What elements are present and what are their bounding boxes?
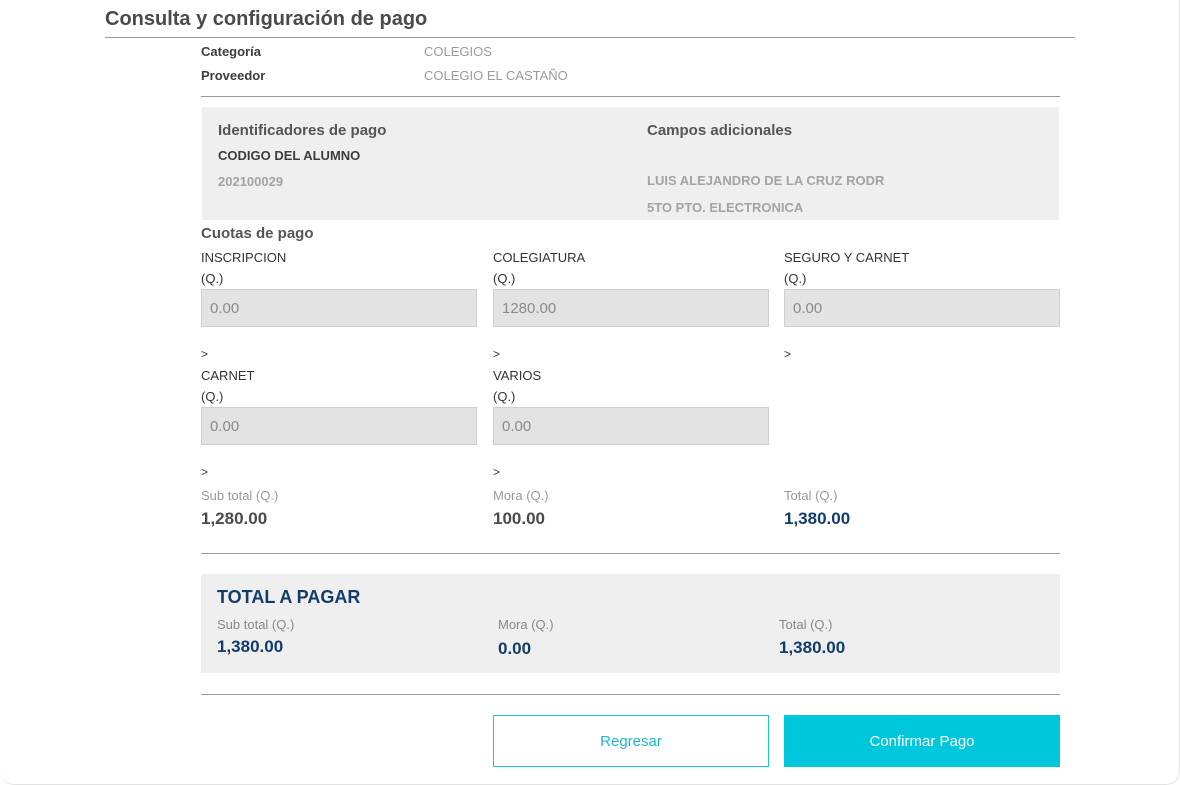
mora-label: Mora (Q.)	[493, 488, 549, 503]
total-to-pay-panel: TOTAL A PAGAR Sub total (Q.) 1,380.00 Mo…	[201, 574, 1060, 673]
final-mora-label: Mora (Q.)	[498, 617, 554, 632]
fee-input-carnet[interactable]	[201, 407, 477, 445]
summary-divider	[201, 553, 1060, 554]
total-value: 1,380.00	[784, 509, 851, 528]
mora-value: 100.00	[493, 509, 545, 528]
additional-field-name: LUIS ALEJANDRO DE LA CRUZ RODR	[647, 173, 885, 188]
fees-title: Cuotas de pago	[201, 225, 314, 242]
fee-input-inscripcion[interactable]	[201, 289, 477, 327]
fee-input-seguro-carnet[interactable]	[784, 289, 1060, 327]
category-label: Categoría	[201, 44, 261, 59]
provider-value: COLEGIO EL CASTAÑO	[424, 68, 568, 83]
title-divider	[105, 37, 1075, 38]
additional-field-grade: 5TO PTO. ELECTRONICA	[647, 200, 804, 215]
final-subtotal-value: 1,380.00	[217, 637, 284, 656]
fee-label-colegiatura: COLEGIATURA (Q.)	[493, 250, 586, 286]
fee-marker: >	[493, 347, 501, 361]
total-label: Total (Q.)	[784, 488, 838, 503]
page-title: Consulta y configuración de pago	[105, 8, 428, 30]
student-code-value: 202100029	[218, 174, 284, 189]
additional-fields-title: Campos adicionales	[647, 122, 793, 139]
actions-divider	[201, 694, 1060, 695]
provider-label: Proveedor	[201, 68, 266, 83]
final-total-label: Total (Q.)	[779, 617, 833, 632]
total-to-pay-title: TOTAL A PAGAR	[217, 587, 361, 607]
fee-input-varios[interactable]	[493, 407, 769, 445]
category-value: COLEGIOS	[424, 44, 492, 59]
fee-label-varios: VARIOS (Q.)	[493, 368, 542, 404]
fee-marker: >	[201, 465, 209, 479]
identifiers-title: Identificadores de pago	[218, 122, 387, 139]
final-subtotal-label: Sub total (Q.)	[217, 617, 295, 632]
identifiers-panel: Identificadores de pago CODIGO DEL ALUMN…	[202, 107, 1059, 220]
fee-marker: >	[784, 347, 792, 361]
subtotal-label: Sub total (Q.)	[201, 488, 279, 503]
fee-label-seguro-carnet: SEGURO Y CARNET (Q.)	[784, 250, 910, 286]
fee-input-colegiatura[interactable]	[493, 289, 769, 327]
fee-marker: >	[493, 465, 501, 479]
student-code-label: CODIGO DEL ALUMNO	[218, 148, 361, 163]
final-mora-value: 0.00	[498, 639, 532, 658]
fee-label-carnet: CARNET (Q.)	[201, 368, 255, 404]
subtotal-value: 1,280.00	[201, 509, 268, 528]
fee-marker: >	[201, 347, 209, 361]
fee-label-inscripcion: INSCRIPCION (Q.)	[201, 250, 287, 286]
back-button[interactable]: Regresar	[493, 715, 769, 767]
confirm-payment-button[interactable]: Confirmar Pago	[784, 715, 1060, 767]
final-total-value: 1,380.00	[779, 638, 846, 657]
provider-divider	[201, 96, 1060, 97]
